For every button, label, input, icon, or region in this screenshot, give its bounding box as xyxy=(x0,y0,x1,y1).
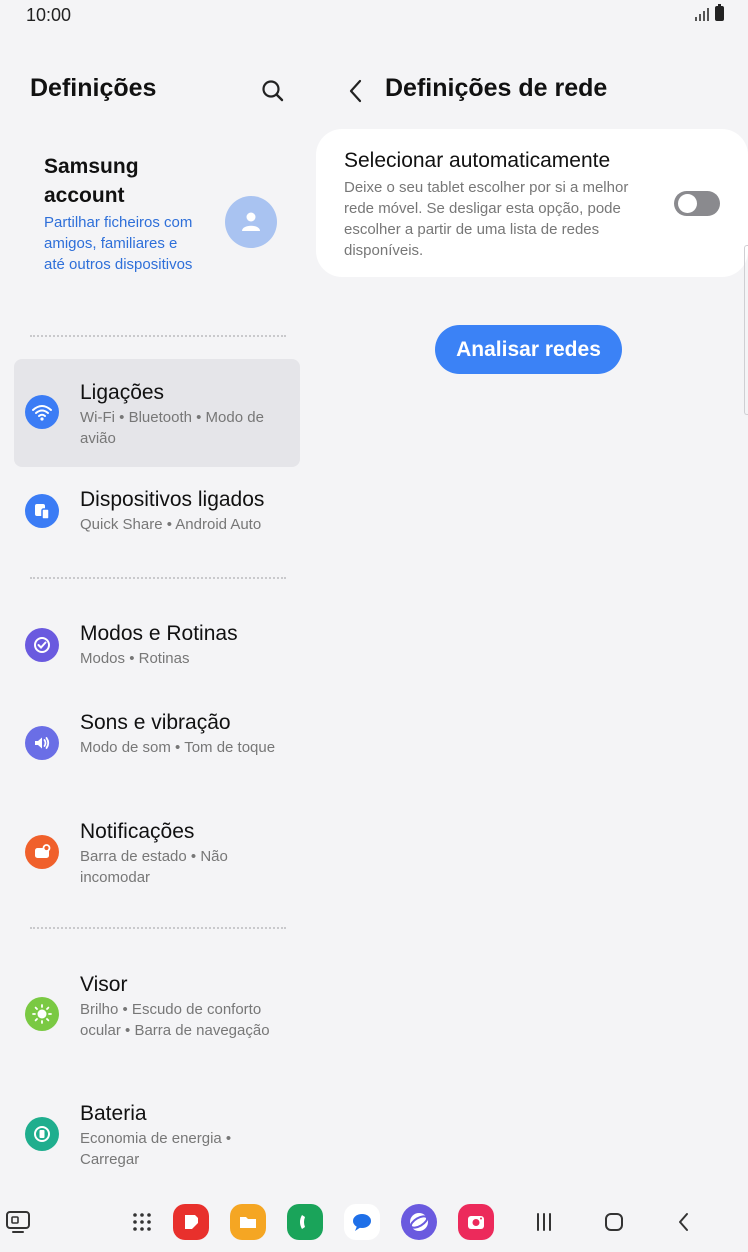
wifi-icon xyxy=(25,395,59,429)
menu-item-subtitle: Modo de som • Tom de toque xyxy=(80,739,276,756)
settings-list-pane: Definições Samsung account Partilhar fic… xyxy=(0,32,314,1192)
menu-item-title: Modos e Rotinas xyxy=(80,622,238,645)
menu-item-title: Notificações xyxy=(80,820,195,843)
menu-item-subtitle: Brilho • Escudo de conforto ocular • Bar… xyxy=(80,1001,270,1039)
chevron-left-icon xyxy=(349,79,362,103)
back-icon xyxy=(679,1213,688,1231)
account-title: Samsung account xyxy=(44,155,139,207)
account-subtitle: Partilhar ficheiros com amigos, familiar… xyxy=(44,214,193,273)
back-button[interactable] xyxy=(342,76,370,106)
speaker-icon xyxy=(25,726,59,760)
menu-item-dispositivos-ligados[interactable]: Dispositivos ligados Quick Share • Andro… xyxy=(14,486,300,550)
recent-apps-panel-button[interactable] xyxy=(0,1204,36,1240)
search-button[interactable] xyxy=(258,76,288,106)
connected-devices-icon xyxy=(25,494,59,528)
menu-item-subtitle: Wi-Fi • Bluetooth • Modo de avião xyxy=(80,409,264,447)
notification-icon xyxy=(25,835,59,869)
menu-item-subtitle: Quick Share • Android Auto xyxy=(80,516,262,533)
divider xyxy=(30,335,286,337)
camera-icon[interactable] xyxy=(458,1204,494,1240)
menu-item-title: Sons e vibração xyxy=(80,711,231,734)
samsung-notes-icon[interactable] xyxy=(173,1204,209,1240)
nav-back-button[interactable] xyxy=(666,1204,702,1240)
taskbar xyxy=(0,1192,748,1252)
battery-icon xyxy=(25,1117,59,1151)
menu-item-subtitle: Modos • Rotinas xyxy=(80,650,190,667)
menu-item-title: Dispositivos ligados xyxy=(80,488,265,511)
menu-item-title: Bateria xyxy=(80,1102,147,1125)
modes-check-icon xyxy=(25,628,59,662)
home-icon xyxy=(605,1213,623,1231)
network-settings-pane: Definições de rede Selecionar automatica… xyxy=(314,32,748,1192)
app-drawer-icon xyxy=(133,1213,151,1231)
menu-item-modos-rotinas[interactable]: Modos e Rotinas Modos • Rotinas xyxy=(14,620,300,684)
menu-item-bateria[interactable]: Bateria Economia de energia • Carregar xyxy=(14,1100,300,1186)
sun-icon xyxy=(25,997,59,1031)
home-button[interactable] xyxy=(596,1204,632,1240)
battery-status-icon xyxy=(715,4,724,21)
menu-item-subtitle: Economia de energia • Carregar xyxy=(80,1130,232,1168)
app-drawer-button[interactable] xyxy=(124,1204,160,1240)
status-time: 10:00 xyxy=(26,5,72,25)
divider xyxy=(30,927,286,929)
page-title: Definições xyxy=(30,74,157,102)
auto-select-description: Deixe o seu tablet escolher por si a mel… xyxy=(344,179,629,259)
menu-item-title: Ligações xyxy=(80,381,165,404)
recents-button[interactable] xyxy=(526,1204,562,1240)
my-files-icon[interactable] xyxy=(230,1204,266,1240)
menu-item-notificacoes[interactable]: Notificações Barra de estado • Não incom… xyxy=(14,818,300,904)
signal-icon xyxy=(695,7,709,21)
auto-select-toggle[interactable] xyxy=(674,191,720,216)
divider xyxy=(30,577,286,579)
scan-networks-button[interactable]: Analisar redes xyxy=(435,325,622,374)
menu-item-sons-vibracao[interactable]: Sons e vibração Modo de som • Tom de toq… xyxy=(14,709,300,795)
auto-select-title: Selecionar automaticamente xyxy=(344,149,611,172)
avatar[interactable] xyxy=(225,196,277,248)
menu-item-ligacoes[interactable]: Ligações Wi-Fi • Bluetooth • Modo de avi… xyxy=(14,359,300,467)
menu-item-title: Visor xyxy=(80,973,128,996)
internet-icon[interactable] xyxy=(401,1204,437,1240)
status-bar: 10:00 xyxy=(0,0,748,32)
screen-panel-icon xyxy=(6,1211,30,1233)
phone-icon[interactable] xyxy=(287,1204,323,1240)
samsung-account[interactable]: Samsung account Partilhar ficheiros com … xyxy=(44,152,294,275)
page-title: Definições de rede xyxy=(385,74,608,102)
person-icon xyxy=(242,212,260,231)
status-icons xyxy=(695,4,724,21)
toggle-knob xyxy=(678,194,697,213)
menu-item-visor[interactable]: Visor Brilho • Escudo de conforto ocular… xyxy=(14,971,300,1077)
recents-icon xyxy=(537,1213,551,1231)
auto-select-card[interactable]: Selecionar automaticamente Deixe o seu t… xyxy=(316,129,748,277)
menu-item-subtitle: Barra de estado • Não incomodar xyxy=(80,848,228,886)
search-icon xyxy=(262,80,284,102)
edge-panel-handle[interactable] xyxy=(744,245,748,415)
messages-icon[interactable] xyxy=(344,1204,380,1240)
